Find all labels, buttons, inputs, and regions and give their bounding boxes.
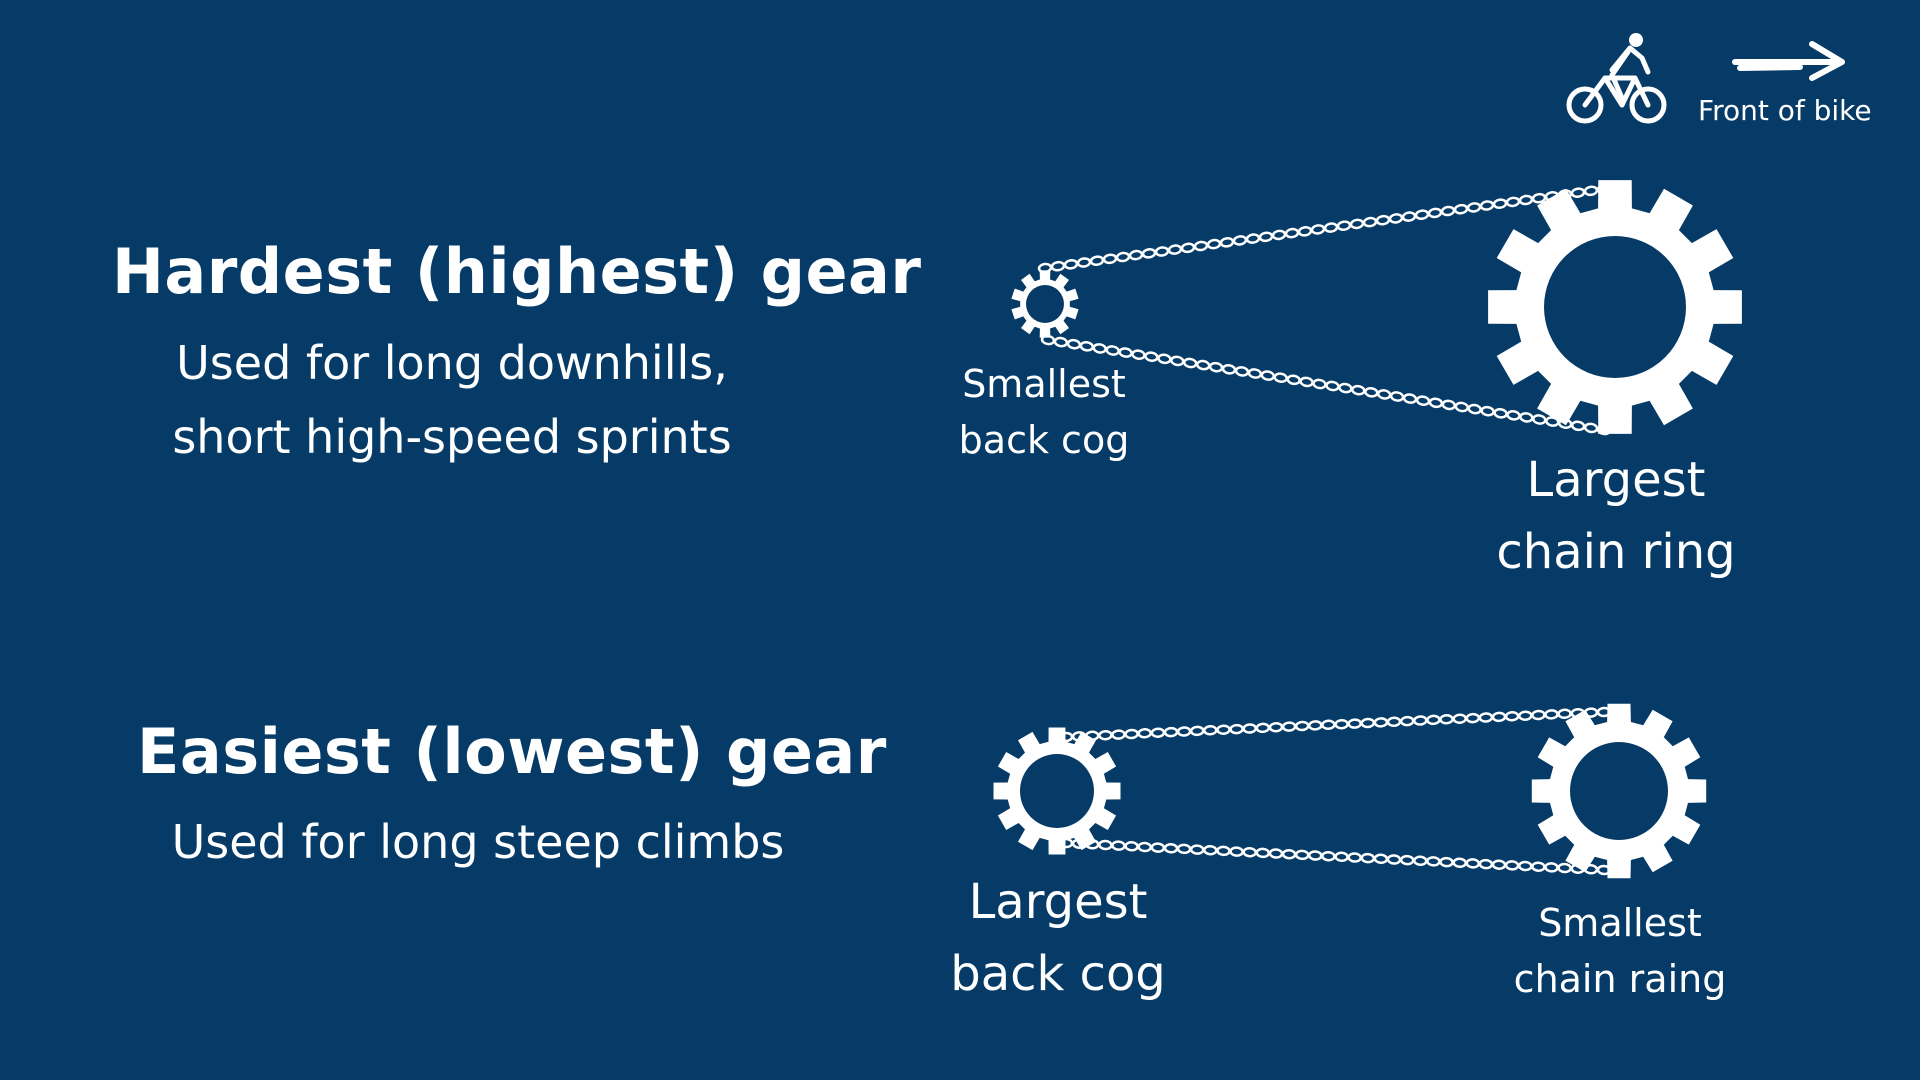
smallest-back-cog: [1011, 270, 1079, 338]
smallest-back-cog-label-line-1: Smallest: [962, 362, 1126, 406]
hardest-gear-title: Hardest (highest) gear: [112, 235, 922, 308]
front-of-bike-label: Front of bike: [1698, 94, 1872, 127]
right-arrow-icon: [1732, 41, 1845, 81]
largest-chain-ring-label-line-2: chain ring: [1496, 524, 1736, 580]
largest-chain-ring-label-line-1: Largest: [1526, 452, 1706, 508]
largest-chain-ring: [1488, 180, 1742, 434]
back-cog-shape: [993, 727, 1121, 855]
easiest-gear-description: Used for long steep climbs: [172, 805, 785, 879]
easiest-gear-title: Easiest (lowest) gear: [137, 715, 887, 788]
largest-back-cog-label: Largest back cog: [950, 866, 1166, 1010]
back-cog-shape: [1011, 270, 1079, 338]
largest-back-cog-label-line-1: Largest: [968, 874, 1148, 930]
smallest-back-cog-label: Smallest back cog: [959, 356, 1130, 468]
largest-chain-ring-label: Largest chain ring: [1496, 444, 1735, 588]
easiest-desc-line-1: Used for long steep climbs: [171, 815, 785, 869]
cyclist-icon: [1566, 33, 1667, 124]
chain-upper-run: [1058, 706, 1612, 743]
smallest-chain-ring-label: Smallest chain raing: [1514, 895, 1727, 1007]
hardest-gear-description: Used for long downhills, short high-spee…: [172, 326, 731, 474]
smallest-back-cog-label-line-2: back cog: [958, 418, 1130, 462]
smallest-chain-ring: [1531, 703, 1707, 879]
smallest-chain-ring-label-line-1: Smallest: [1538, 901, 1702, 945]
hardest-desc-line-1: Used for long downhills,: [176, 336, 728, 390]
largest-back-cog: [993, 727, 1121, 855]
chain-ring-shape: [1531, 703, 1707, 879]
largest-back-cog-label-line-2: back cog: [950, 946, 1166, 1002]
smallest-chain-ring-label-line-2: chain raing: [1513, 957, 1727, 1001]
chain-ring-shape: [1488, 180, 1742, 434]
hardest-desc-line-2: short high-speed sprints: [172, 410, 732, 464]
easiest-gear-chain: [1058, 706, 1612, 876]
